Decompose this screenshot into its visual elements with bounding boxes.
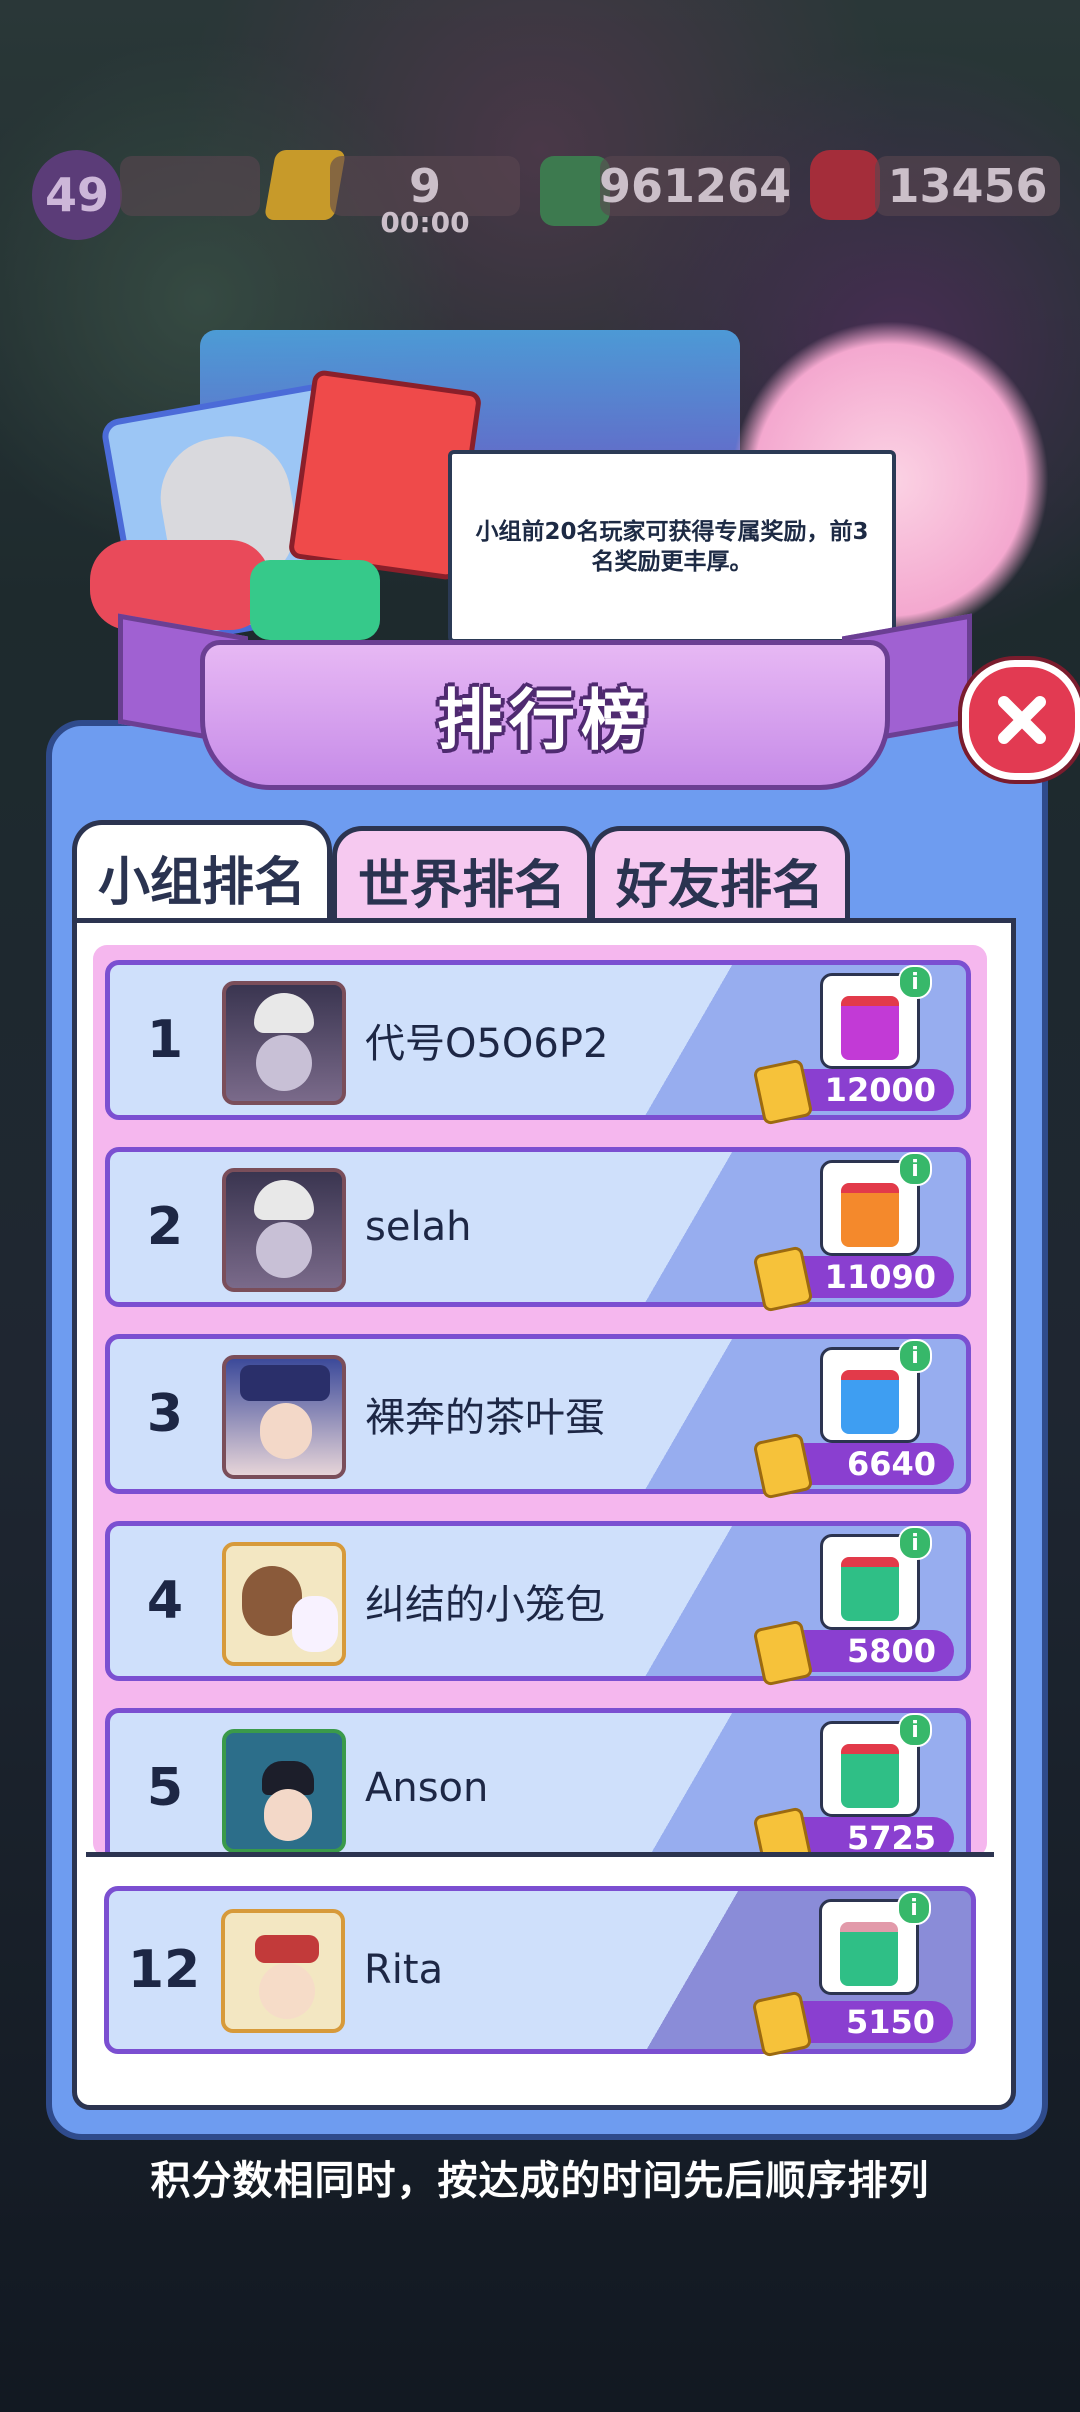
gift-box-icon bbox=[841, 996, 899, 1060]
player-avatar[interactable] bbox=[222, 1729, 346, 1853]
page-title: 排行榜 bbox=[437, 682, 653, 759]
ranking-row-5[interactable]: 5 Anson i 5725 bbox=[105, 1708, 971, 1857]
player-name: 裸奔的茶叶蛋 bbox=[365, 1395, 605, 1441]
ticket-icon bbox=[752, 1806, 814, 1857]
ranking-row-4[interactable]: 4 纠结的小笼包 i 5800 bbox=[105, 1521, 971, 1687]
red-bow-decoration-icon bbox=[90, 540, 270, 630]
list-divider bbox=[86, 1852, 994, 1857]
cash-value: 961264 bbox=[598, 159, 792, 213]
skull-icon bbox=[254, 993, 314, 1033]
rank-number: 1 bbox=[146, 1010, 184, 1070]
face-icon bbox=[264, 1789, 312, 1841]
green-gift-decoration-icon bbox=[250, 560, 380, 640]
close-button[interactable] bbox=[962, 660, 1080, 780]
witch-hat-icon bbox=[240, 1365, 330, 1401]
gift-box-icon bbox=[841, 1557, 899, 1621]
energy-timer: 00:00 bbox=[380, 206, 470, 239]
reward-info-text: 小组前20名玩家可获得专属奖励，前3名奖励更丰厚。 bbox=[475, 518, 869, 575]
tab-label: 世界排名 bbox=[357, 855, 566, 916]
ranking-row-2[interactable]: 2 selah i 11090 bbox=[105, 1147, 971, 1313]
gift-box-icon bbox=[840, 1922, 898, 1986]
level-badge[interactable]: 49 bbox=[32, 150, 122, 240]
reward-info-icon[interactable]: i bbox=[898, 1339, 932, 1373]
rank-number: 3 bbox=[146, 1384, 184, 1444]
tie-rule-note: 积分数相同时，按达成的时间先后顺序排列 bbox=[150, 2158, 930, 2204]
tab-group-ranking[interactable]: 小组排名 bbox=[72, 820, 332, 929]
headdress-icon bbox=[255, 1935, 319, 1963]
reward-info-icon[interactable]: i bbox=[898, 965, 932, 999]
tab-label: 小组排名 bbox=[97, 852, 306, 913]
gem-counter[interactable]: 13456 bbox=[875, 156, 1060, 216]
ranking-row-3[interactable]: 3 裸奔的茶叶蛋 i 6640 bbox=[105, 1334, 971, 1500]
player-avatar[interactable] bbox=[222, 1542, 346, 1666]
player-name: selah bbox=[365, 1204, 472, 1250]
close-icon bbox=[998, 696, 1046, 744]
my-ranking-row[interactable]: 12 Rita i 5150 bbox=[104, 1886, 976, 2058]
tab-label: 好友排名 bbox=[615, 855, 824, 916]
skull-icon bbox=[254, 1180, 314, 1220]
face-icon bbox=[259, 1963, 315, 2019]
unicorn-icon bbox=[292, 1596, 338, 1652]
rank-number: 12 bbox=[127, 1940, 201, 2000]
player-name: 纠结的小笼包 bbox=[365, 1582, 605, 1628]
gem-value: 13456 bbox=[887, 159, 1048, 213]
face-icon bbox=[256, 1222, 312, 1278]
score-value: 12000 bbox=[824, 1071, 936, 1109]
energy-value: 9 bbox=[408, 159, 441, 213]
title-ribbon: 排行榜 bbox=[200, 640, 890, 790]
reward-info-icon[interactable]: i bbox=[897, 1891, 931, 1925]
player-avatar[interactable] bbox=[221, 1909, 345, 2033]
rank-number: 2 bbox=[146, 1197, 184, 1257]
score-value: 5150 bbox=[845, 2003, 935, 2041]
player-name: 代号O5O6P2 bbox=[365, 1021, 609, 1067]
ranking-row-1[interactable]: 1 代号O5O6P2 i 12000 bbox=[105, 960, 971, 1126]
gift-box-icon bbox=[841, 1370, 899, 1434]
reward-info-icon[interactable]: i bbox=[898, 1713, 932, 1747]
score-value: 11090 bbox=[824, 1258, 936, 1296]
reward-info-icon[interactable]: i bbox=[898, 1152, 932, 1186]
ranking-list[interactable]: 1 代号O5O6P2 i 12000 2 selah i 11090 3 裸奔的… bbox=[93, 945, 987, 1857]
gem-icon bbox=[810, 150, 880, 220]
player-avatar[interactable] bbox=[222, 1168, 346, 1292]
face-icon bbox=[260, 1403, 312, 1459]
gift-box-icon bbox=[841, 1183, 899, 1247]
reward-info-icon[interactable]: i bbox=[898, 1526, 932, 1560]
xp-bar bbox=[120, 156, 260, 216]
reward-info-bubble: 小组前20名玩家可获得专属奖励，前3名奖励更丰厚。 bbox=[448, 450, 896, 643]
level-value: 49 bbox=[44, 168, 109, 222]
player-name: Rita bbox=[364, 1947, 444, 1993]
cash-counter[interactable]: 961264 bbox=[598, 156, 792, 216]
player-name: Anson bbox=[365, 1765, 489, 1811]
player-avatar[interactable] bbox=[222, 981, 346, 1105]
tab-world-ranking[interactable]: 世界排名 bbox=[332, 826, 592, 929]
face-icon bbox=[256, 1035, 312, 1091]
score-value: 6640 bbox=[846, 1445, 936, 1483]
score-value: 5800 bbox=[846, 1632, 936, 1670]
player-avatar[interactable] bbox=[222, 1355, 346, 1479]
rank-number: 5 bbox=[146, 1758, 184, 1818]
gift-box-icon bbox=[841, 1744, 899, 1808]
tab-friend-ranking[interactable]: 好友排名 bbox=[590, 826, 850, 929]
rank-number: 4 bbox=[146, 1571, 184, 1631]
